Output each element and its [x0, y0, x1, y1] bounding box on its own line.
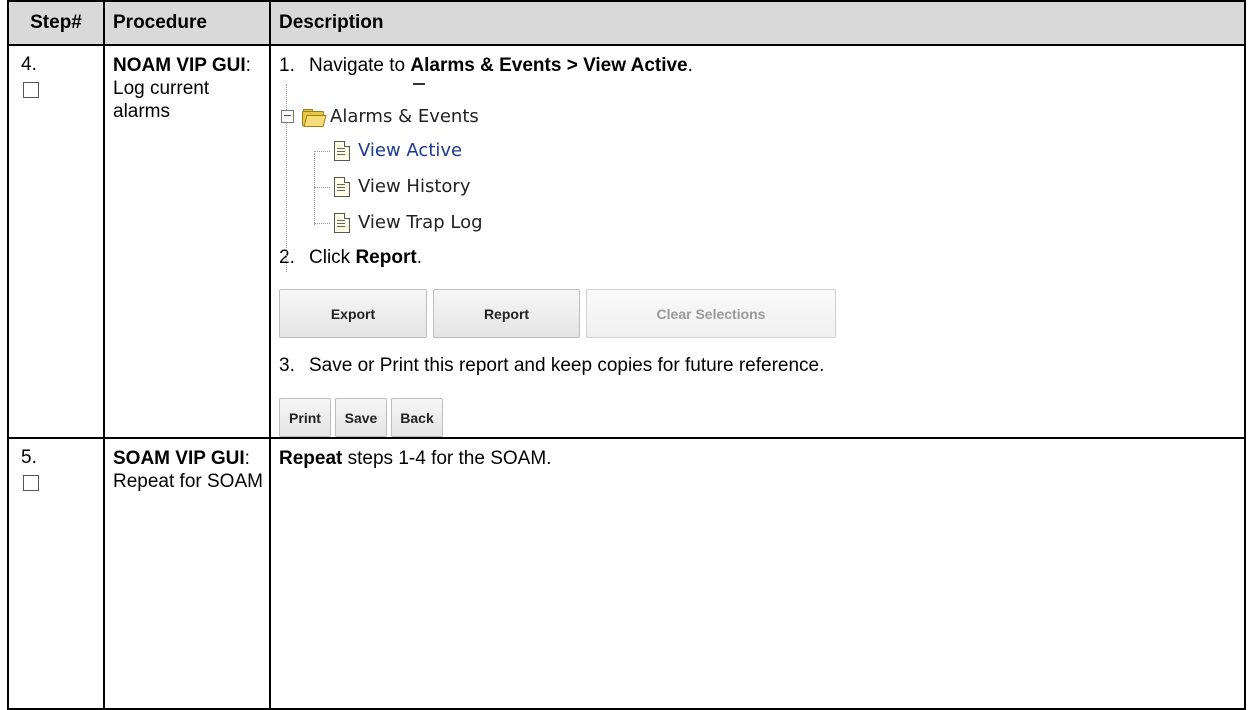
save-button[interactable]: Save	[335, 398, 387, 437]
tree-node-alarms-events[interactable]: − Alarms & Events	[281, 106, 479, 127]
document-icon	[334, 176, 350, 197]
step-number: 5.	[21, 447, 37, 468]
tree-node-view-history[interactable]: View History	[334, 176, 470, 197]
export-button[interactable]: Export	[279, 289, 427, 338]
procedure-cell: NOAM VIP GUI: Log current alarms	[103, 44, 271, 439]
collapsed-bar	[413, 83, 425, 85]
instruction-text: Navigate to	[309, 55, 411, 76]
table-row: 5. SOAM VIP GUI: Repeat for SOAM Repeat …	[7, 437, 1246, 710]
step-cell: 4.	[7, 44, 105, 439]
description-cell: 1. Navigate to Alarms & Events > View Ac…	[269, 44, 1246, 439]
header-step: Step#	[7, 0, 105, 46]
step-checkbox[interactable]	[23, 82, 39, 98]
instruction-bold: Alarms & Events > View Active	[410, 55, 688, 76]
report-buttons: Export Report Clear Selections	[279, 289, 1236, 338]
instruction-end: .	[687, 55, 693, 76]
tree-node-label: View Trap Log	[358, 212, 483, 233]
tree-node-label: View History	[358, 176, 471, 197]
step-number: 4.	[21, 54, 37, 75]
document-icon	[334, 212, 350, 233]
instruction-repeat: Repeat steps 1-4 for the SOAM.	[279, 447, 1236, 471]
description-cell: Repeat steps 1-4 for the SOAM.	[269, 437, 1246, 710]
header-row: Step# Procedure Description	[7, 0, 1246, 46]
menu-tree: − Alarms & Events View Active View Histo…	[279, 80, 1236, 272]
instruction-text: Save or Print this report and keep copie…	[309, 355, 825, 376]
folder-icon	[302, 108, 327, 127]
tree-node-label: View Active	[358, 140, 463, 161]
tree-node-label: Alarms & Events	[330, 106, 479, 127]
document-icon	[334, 140, 350, 161]
minus-icon[interactable]: −	[281, 110, 294, 123]
procedure-table: Step# Procedure Description 4. NOAM VIP …	[7, 0, 1246, 710]
print-button[interactable]: Print	[279, 398, 331, 437]
instruction-text: steps 1-4 for the SOAM.	[342, 448, 552, 469]
step-checkbox[interactable]	[23, 475, 39, 491]
print-buttons: Print Save Back	[279, 398, 1236, 437]
tree-branch	[314, 151, 330, 152]
procedure-title: SOAM VIP GUI	[113, 448, 245, 469]
header-description: Description	[269, 0, 1246, 46]
instruction-3: 3. Save or Print this report and keep co…	[279, 354, 1236, 378]
back-button[interactable]: Back	[391, 398, 443, 437]
procedure-cell: SOAM VIP GUI: Repeat for SOAM	[103, 437, 271, 710]
tree-branch	[314, 187, 330, 188]
instruction-1: 1. Navigate to Alarms & Events > View Ac…	[279, 54, 1236, 78]
step-cell: 5.	[7, 437, 105, 710]
procedure-title: NOAM VIP GUI	[113, 55, 246, 76]
instruction-number: 3.	[279, 355, 295, 376]
instruction-bold: Repeat	[279, 448, 343, 469]
tree-node-view-active[interactable]: View Active	[334, 140, 462, 161]
report-button[interactable]: Report	[433, 289, 580, 338]
header-procedure: Procedure	[103, 0, 271, 46]
tree-node-view-trap-log[interactable]: View Trap Log	[334, 212, 483, 233]
clear-selections-button[interactable]: Clear Selections	[586, 289, 836, 338]
instruction-number: 1.	[279, 55, 295, 76]
tree-branch-vertical	[314, 153, 315, 225]
tree-branch	[314, 223, 330, 224]
table-row: 4. NOAM VIP GUI: Log current alarms 1. N…	[7, 44, 1246, 439]
